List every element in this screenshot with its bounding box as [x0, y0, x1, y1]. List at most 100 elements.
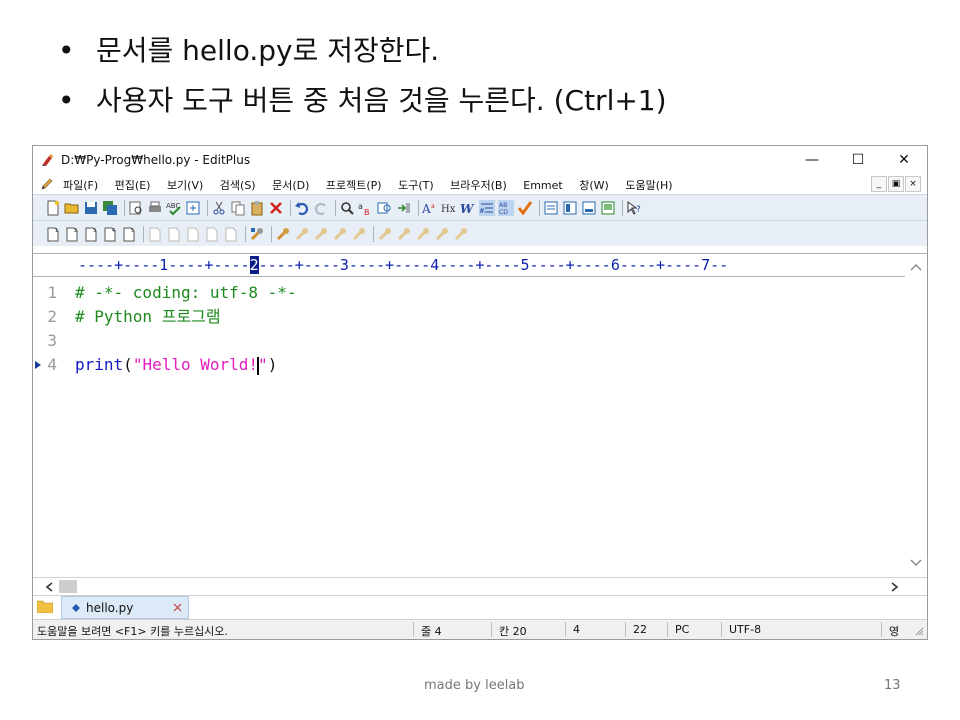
- user-tool-1-icon[interactable]: 1: [45, 226, 61, 242]
- scroll-up-icon[interactable]: [910, 263, 922, 271]
- browser-icon[interactable]: [185, 200, 201, 216]
- tool-2-wrench-icon[interactable]: [294, 226, 310, 242]
- menu-tools[interactable]: 도구(T): [398, 179, 434, 192]
- tool-6-wrench-icon[interactable]: [377, 226, 393, 242]
- resize-grip-icon[interactable]: [914, 626, 924, 636]
- code-function: print: [75, 355, 124, 374]
- menu-window[interactable]: 창(W): [579, 179, 609, 192]
- user-tool-8-icon[interactable]: [185, 226, 201, 242]
- line-number-icon[interactable]: #: [479, 199, 495, 216]
- menu-view[interactable]: 보기(V): [167, 179, 203, 192]
- delete-icon[interactable]: [268, 200, 284, 216]
- user-tool-10-icon[interactable]: [223, 226, 239, 242]
- mdi-restore-button[interactable]: ▣: [888, 176, 904, 192]
- tool-5-wrench-icon[interactable]: [351, 226, 367, 242]
- html-toolbar-icon[interactable]: Hx: [441, 200, 457, 216]
- user-toolbar: 1 2 3 4 5: [33, 220, 927, 246]
- menu-document[interactable]: 문서(D): [272, 179, 309, 192]
- bullet-item: • 사용자 도구 버튼 중 처음 것을 누른다. (Ctrl+1): [58, 84, 667, 117]
- tool-4-wrench-icon[interactable]: [332, 226, 348, 242]
- open-folder-icon[interactable]: [64, 200, 80, 216]
- replace-icon[interactable]: aB: [358, 200, 374, 216]
- code-string: ": [258, 355, 268, 374]
- user-tool-5-icon[interactable]: 5: [121, 226, 137, 242]
- maximize-button[interactable]: ☐: [835, 148, 881, 172]
- horizontal-scroll-thumb[interactable]: [59, 580, 77, 593]
- bullet-item: • 문서를 hello.py로 저장한다.: [58, 34, 440, 67]
- find-icon[interactable]: [339, 200, 355, 216]
- tool-7-wrench-icon[interactable]: [396, 226, 412, 242]
- vertical-scrollbar[interactable]: [905, 257, 927, 579]
- print-preview-icon[interactable]: [128, 200, 144, 216]
- tab-close-icon[interactable]: [173, 603, 182, 612]
- user-tool-4-icon[interactable]: 4: [102, 226, 118, 242]
- ruler-cursor-marker: 2: [249, 256, 259, 274]
- tool-9-wrench-icon[interactable]: [434, 226, 450, 242]
- save-all-icon[interactable]: [102, 200, 118, 216]
- font-icon[interactable]: Aa: [422, 200, 438, 216]
- word-wrap-icon[interactable]: W: [460, 200, 476, 216]
- status-bar: 도움말을 보려면 <F1> 키를 누르십시오. 줄 4 칸 20 4 22 PC…: [33, 619, 927, 639]
- new-file-icon[interactable]: [45, 200, 61, 216]
- horizontal-scrollbar[interactable]: [33, 577, 927, 595]
- menu-project[interactable]: 프로젝트(P): [326, 179, 382, 192]
- column-select-icon[interactable]: ABCD: [498, 199, 514, 216]
- code-line[interactable]: 2 # Python 프로그램: [33, 305, 220, 329]
- redo-icon[interactable]: [313, 200, 329, 216]
- tool-10-wrench-icon[interactable]: [453, 226, 469, 242]
- menu-file[interactable]: 파일(F): [63, 179, 98, 192]
- menu-emmet[interactable]: Emmet: [523, 179, 562, 192]
- save-icon[interactable]: [83, 200, 99, 216]
- cut-icon[interactable]: [211, 200, 227, 216]
- menu-search[interactable]: 검색(S): [220, 179, 256, 192]
- menu-edit[interactable]: 편집(E): [115, 179, 151, 192]
- scroll-left-icon[interactable]: [45, 582, 53, 592]
- status-value-1: 4: [573, 623, 580, 636]
- scroll-down-icon[interactable]: [910, 559, 922, 567]
- document-tab-bar: hello.py: [33, 595, 927, 619]
- directory-icon[interactable]: [562, 200, 578, 216]
- print-icon[interactable]: [147, 200, 163, 216]
- scroll-right-icon[interactable]: [891, 582, 899, 592]
- configure-tools-icon[interactable]: [249, 226, 265, 242]
- close-button[interactable]: ✕: [881, 148, 927, 172]
- folder-icon[interactable]: [37, 600, 53, 613]
- mdi-minimize-button[interactable]: _: [871, 176, 887, 192]
- tab-hello-py[interactable]: hello.py: [61, 596, 189, 619]
- mdi-close-button[interactable]: ×: [905, 176, 921, 192]
- status-divider: [413, 622, 414, 637]
- status-line: 줄 4: [421, 625, 442, 638]
- user-tool-9-icon[interactable]: [204, 226, 220, 242]
- code-editor[interactable]: 1 # -*- coding: utf-8 -*- 2 # Python 프로그램 …: [33, 277, 903, 577]
- code-line[interactable]: 1 # -*- coding: utf-8 -*-: [33, 281, 296, 305]
- paste-icon[interactable]: [249, 200, 265, 216]
- slide-page-number: 13: [884, 678, 901, 693]
- menu-browser[interactable]: 브라우저(B): [450, 179, 507, 192]
- spell-check-icon[interactable]: ABC: [166, 200, 182, 216]
- user-tool-3-icon[interactable]: 3: [83, 226, 99, 242]
- check-icon[interactable]: [517, 200, 533, 216]
- tool-3-wrench-icon[interactable]: [313, 226, 329, 242]
- user-tool-6-icon[interactable]: [147, 226, 163, 242]
- tool-1-wrench-icon[interactable]: [275, 226, 291, 242]
- user-tool-2-icon[interactable]: 2: [64, 226, 80, 242]
- undo-icon[interactable]: [294, 200, 310, 216]
- output-window-icon[interactable]: [581, 200, 597, 216]
- tool-8-wrench-icon[interactable]: [415, 226, 431, 242]
- code-line[interactable]: 3: [33, 329, 75, 353]
- user-tool-7-icon[interactable]: [166, 226, 182, 242]
- status-encoding[interactable]: UTF-8: [729, 623, 761, 636]
- toolbar-separator: [373, 225, 374, 242]
- menu-help[interactable]: 도움말(H): [625, 179, 672, 192]
- copy-icon[interactable]: [230, 200, 246, 216]
- context-help-icon[interactable]: ?: [626, 200, 642, 216]
- pencil-icon[interactable]: [39, 176, 55, 192]
- status-eol[interactable]: PC: [675, 623, 689, 636]
- goto-line-icon[interactable]: [396, 200, 412, 216]
- title-bar[interactable]: D:₩Py-Prog₩hello.py - EditPlus — ☐ ✕: [33, 146, 927, 174]
- fullscreen-icon[interactable]: [600, 200, 616, 216]
- minimize-button[interactable]: —: [789, 148, 835, 172]
- cliptext-icon[interactable]: [543, 200, 559, 216]
- find-in-files-icon[interactable]: [377, 200, 393, 216]
- code-line[interactable]: 4 print("Hello World!"): [33, 353, 277, 377]
